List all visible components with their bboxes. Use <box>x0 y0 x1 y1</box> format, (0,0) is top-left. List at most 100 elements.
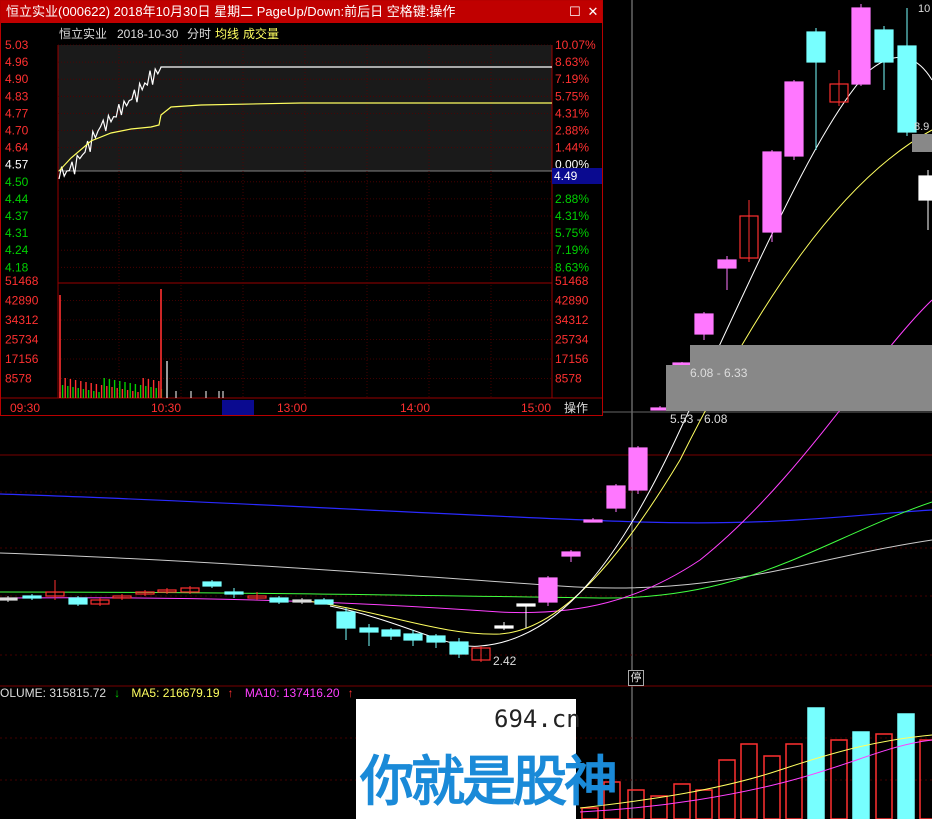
right-price-label: 8.9 <box>914 121 929 133</box>
percent-tick-label: 2.88% <box>555 124 589 138</box>
price-tick-label: 4.44 <box>5 192 29 206</box>
candle-body <box>672 362 692 366</box>
volume-bar <box>650 795 668 819</box>
maximize-icon[interactable]: ☐ <box>565 1 585 23</box>
intraday-popup-window[interactable]: 恒立实业(000622) 2018年10月30日 星期二 PageUp/Down… <box>0 0 603 416</box>
candle-body <box>336 611 356 629</box>
volume-tick-label: 17156 <box>555 352 589 366</box>
volume-tick-label: 17156 <box>5 352 39 366</box>
candle-body <box>0 597 18 601</box>
price-tick-label: 4.64 <box>5 141 29 155</box>
candle-body <box>806 31 826 63</box>
percent-tick-label: 5.75% <box>555 226 589 240</box>
candle-body <box>426 635 446 643</box>
volume-tick-label: 42890 <box>555 294 589 308</box>
band-top <box>912 134 932 152</box>
candle-body <box>314 599 334 605</box>
popup-titlebar[interactable]: 恒立实业(000622) 2018年10月30日 星期二 PageUp/Down… <box>1 1 602 23</box>
volume-value: OLUME: 315815.72 ↓ <box>0 686 121 700</box>
candle-body <box>68 597 88 605</box>
percent-tick-label: 8.63% <box>555 260 589 274</box>
time-tick-label: 13:00 <box>277 401 307 415</box>
price-tick-label: 4.83 <box>5 89 29 103</box>
candle-body <box>516 603 536 607</box>
price-area-lower <box>58 171 552 283</box>
legend-avg: 均线 <box>215 27 239 41</box>
intraday-chart[interactable]: 恒立实业 2018-10-30 分时 均线 成交量 5.03 4.96 4.90 4.… <box>1 23 602 415</box>
candle-body <box>292 599 312 603</box>
volume-tick-label: 25734 <box>5 333 39 347</box>
price-tick-label: 4.24 <box>5 243 29 257</box>
price-tick-label: 4.18 <box>5 260 29 274</box>
candle-body <box>494 625 514 629</box>
legend-volume: 成交量 <box>243 26 279 41</box>
low-price-label: 2.42 <box>493 654 517 668</box>
volume-bar <box>807 707 825 819</box>
volume-bar <box>897 713 915 819</box>
percent-tick-label: 5.75% <box>555 89 589 103</box>
volume-tick-label: 34312 <box>5 313 39 327</box>
intraday-volume-bars <box>59 289 224 398</box>
price-tick-label: 4.57 <box>5 158 29 172</box>
price-tick-label: 4.37 <box>5 209 29 223</box>
percent-tick-label: 4.31% <box>555 106 589 120</box>
percent-tick-label: 7.19% <box>555 243 589 257</box>
price-tick-label: 4.96 <box>5 55 29 69</box>
volume-tick-label: 34312 <box>555 313 589 327</box>
candle-body <box>851 7 871 85</box>
volume-bar <box>718 759 736 819</box>
volume-bar <box>763 755 781 819</box>
top-price-label: 10 <box>918 3 930 15</box>
volume-bar <box>740 743 758 819</box>
candle-body <box>897 45 917 133</box>
price-tick-label: 4.50 <box>5 175 29 189</box>
time-tick-label: 15:00 <box>521 401 551 415</box>
candle-body <box>606 485 626 509</box>
volume-bar <box>875 733 893 819</box>
volume-tick-label: 8578 <box>555 372 582 386</box>
volume-axis-labels: 51468 51468 42890 42890 34312 34312 25734 25734… <box>5 274 589 386</box>
percent-tick-label: 7.19% <box>555 72 589 86</box>
header-date: 2018-10-30 <box>117 27 179 41</box>
candle-body <box>561 551 581 557</box>
ma10-value: MA10: 137416.20 ↑ <box>244 686 354 700</box>
volume-tick-label: 42890 <box>5 294 39 308</box>
svg-text:操作: 操作 <box>564 400 588 415</box>
popup-title: 恒立实业(000622) 2018年10月30日 星期二 PageUp/Down… <box>6 4 456 19</box>
volume-indicator-legend: OLUME: 315815.72 ↓ MA5: 216679.19 ↑ MA10: … <box>0 686 362 700</box>
percent-tick-label: 10.07% <box>555 38 596 52</box>
candle-body <box>583 519 603 523</box>
time-axis-labels: 09:3010:3011:0413:0014:0015:00 <box>10 401 551 415</box>
candle-body <box>874 29 894 63</box>
volume-tick-label: 51468 <box>5 274 39 288</box>
price-tick-label: 4.31 <box>5 226 29 240</box>
candle-body <box>202 581 222 587</box>
header-stock-name: 恒立实业 <box>59 26 107 41</box>
price-tick-label: 5.03 <box>5 38 29 52</box>
candle-body <box>762 151 782 233</box>
op-button[interactable]: 操作 <box>554 400 600 415</box>
band-upper <box>690 345 932 365</box>
candle-body <box>224 591 244 595</box>
percent-tick-label: 8.63% <box>555 55 589 69</box>
price-tick-label: 4.70 <box>5 124 29 138</box>
watermark-slogan: 你就是股神 <box>360 750 618 813</box>
candle-body <box>694 313 714 335</box>
time-tick-label: 09:30 <box>10 401 40 415</box>
close-icon[interactable]: ✕ <box>583 1 603 23</box>
candle-body <box>359 627 379 633</box>
stop-marker: 停 <box>628 670 644 686</box>
band-upper-label: 6.08 - 6.33 <box>690 366 748 380</box>
price-tick-label: 4.77 <box>5 106 29 120</box>
ma5-value: MA5: 216679.19 ↑ <box>131 686 234 700</box>
price-axis-labels: 5.03 4.96 4.90 4.83 4.77 4.70 4.64 4.57 4.50 4.44… <box>5 38 29 274</box>
time-cursor-box <box>222 400 254 415</box>
volume-tick-label: 25734 <box>555 333 589 347</box>
percent-axis-labels: 10.07%8.63%7.19%5.75%4.31%2.88%1.44%0.00… <box>555 38 596 274</box>
watermark-domain: 694.cn <box>494 705 581 733</box>
candle-body <box>628 447 648 491</box>
volume-bar <box>695 789 713 819</box>
candle-body <box>22 595 42 599</box>
candle-body <box>449 641 469 655</box>
volume-bars <box>579 707 932 819</box>
